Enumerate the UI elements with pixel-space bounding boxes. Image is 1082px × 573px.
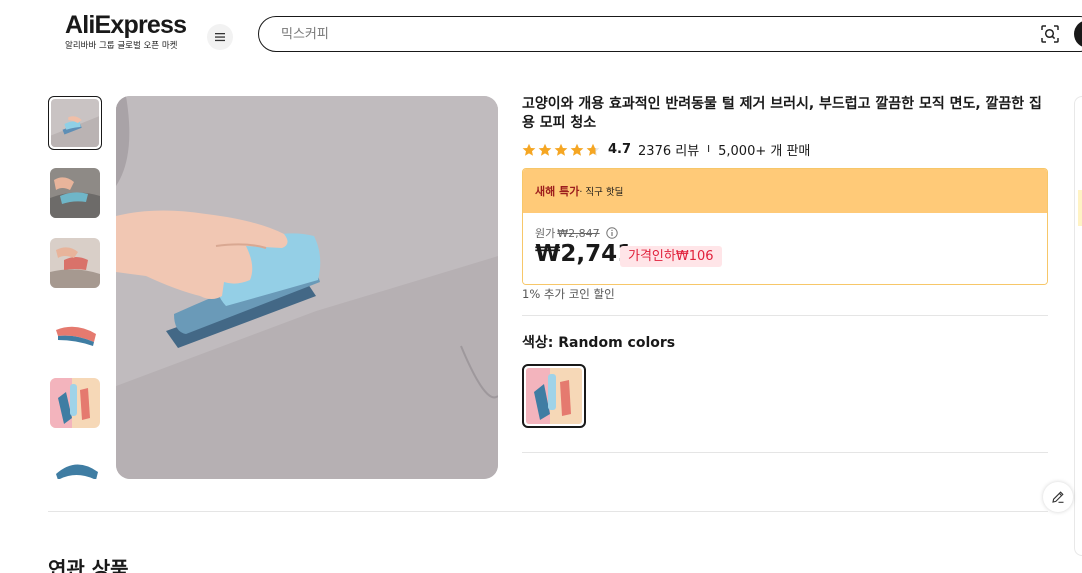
thumbnail-2[interactable] (50, 168, 100, 218)
star-rating[interactable] (522, 143, 600, 157)
star-icon (538, 143, 552, 156)
product-title: 고양이와 개용 효과적인 반려동물 털 제거 브러시, 부드럽고 깔끔한 모직 … (522, 96, 1042, 131)
search-bar (258, 16, 1082, 52)
thumbnail-6[interactable] (50, 448, 100, 479)
original-price-row: 원가 ₩2,847 (535, 225, 618, 241)
aliexpress-logo[interactable]: AliExpress 알리바바 그룹 글로벌 오픈 마켓 (65, 12, 190, 52)
side-purchase-panel (1074, 96, 1082, 556)
thumbnail-image (50, 308, 100, 358)
deal-box: 새해 특가 · 직구 핫딜 원가 ₩2,847 ₩2,741 가격인하₩106 (522, 168, 1048, 285)
star-icon (554, 143, 568, 156)
rating-row: 4.7 2376 리뷰 I 5,000+ 개 판매 (522, 140, 811, 159)
deal-tag: 새해 특가 (535, 185, 580, 198)
swatch-image (526, 368, 582, 424)
rating-value: 4.7 (608, 142, 632, 157)
star-icon (522, 143, 536, 156)
original-price: ₩2,847 (557, 226, 600, 240)
star-icon (570, 143, 584, 156)
original-price-label: 원가 (535, 227, 556, 240)
product-photo (116, 96, 498, 479)
search-input[interactable] (281, 24, 981, 44)
current-price: ₩2,741 (535, 241, 634, 267)
star-icon (586, 143, 600, 156)
deal-banner: 새해 특가 · 직구 핫딜 (523, 169, 1047, 213)
logo-subtitle: 알리바바 그룹 글로벌 오픈 마켓 (65, 41, 178, 51)
deal-subtitle: · 직구 핫딜 (579, 187, 624, 198)
color-swatch-random[interactable] (522, 364, 586, 428)
thumbnail-image (50, 238, 100, 288)
camera-search-icon[interactable] (1040, 24, 1060, 44)
logo-wordmark: AliExpress (65, 11, 187, 39)
thumbnail-image (51, 99, 99, 147)
discount-badge: 가격인하₩106 (620, 246, 722, 267)
review-count-link[interactable]: 2376 리뷰 (638, 140, 699, 159)
search-button[interactable] (1074, 20, 1082, 48)
thumbnail-5[interactable] (50, 378, 100, 428)
color-option-label: 색상: Random colors (522, 335, 676, 351)
thumbnail-4[interactable] (50, 308, 100, 358)
hamburger-icon (215, 33, 225, 42)
category-menu-button[interactable] (207, 24, 233, 50)
main-product-image[interactable] (116, 96, 498, 479)
info-icon[interactable] (605, 227, 618, 239)
divider (522, 315, 1048, 316)
divider (522, 452, 1048, 453)
edit-button[interactable] (1043, 482, 1073, 512)
side-panel-accent (1078, 190, 1082, 226)
thumbnail-image (50, 378, 100, 428)
separator: I (707, 144, 711, 155)
thumbnail-image (50, 448, 100, 479)
pencil-icon (1052, 491, 1064, 503)
price-area: 원가 ₩2,847 ₩2,741 가격인하₩106 (523, 213, 1047, 284)
section-divider (48, 511, 1048, 512)
thumbnail-1[interactable] (48, 96, 102, 150)
thumbnail-list (48, 96, 102, 479)
sold-count: 5,000+ 개 판매 (718, 144, 811, 159)
related-products-heading: 연관 상품 (48, 557, 129, 573)
coin-discount: 1% 추가 코인 할인 (522, 287, 615, 301)
thumbnail-3[interactable] (50, 238, 100, 288)
thumbnail-image (50, 168, 100, 218)
